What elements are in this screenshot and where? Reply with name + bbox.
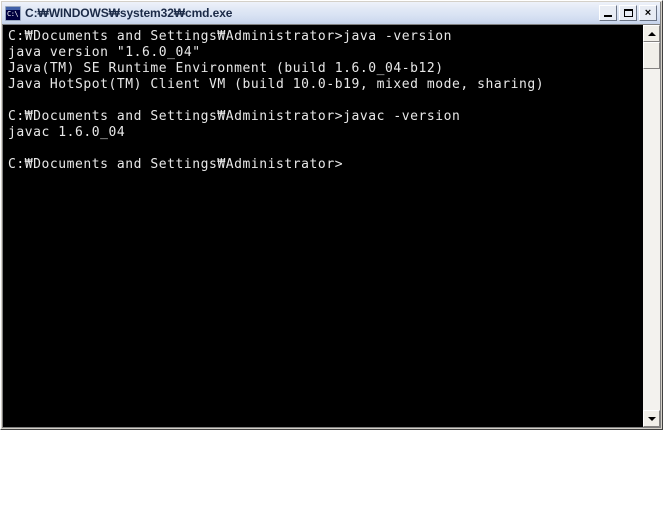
- window-title: C:₩WINDOWS₩system32₩cmd.exe: [25, 6, 233, 20]
- maximize-icon: [624, 9, 633, 17]
- titlebar[interactable]: C:\ C:₩WINDOWS₩system32₩cmd.exe ×: [2, 2, 660, 24]
- vertical-scrollbar[interactable]: [643, 25, 660, 427]
- console-line: Java HotSpot(TM) Client VM (build 10.0-b…: [8, 77, 545, 92]
- scroll-down-button[interactable]: [643, 410, 660, 427]
- console-output[interactable]: C:₩Documents and Settings₩Administrator>…: [3, 25, 643, 427]
- cmd-window: C:\ C:₩WINDOWS₩system32₩cmd.exe × C:₩Doc…: [0, 0, 663, 430]
- console-line: javac 1.6.0_04: [8, 125, 126, 140]
- maximize-button[interactable]: [619, 5, 637, 21]
- console-line: C:₩Documents and Settings₩Administrator>…: [8, 109, 461, 124]
- close-icon: ×: [644, 6, 652, 19]
- scrollbar-track[interactable]: [643, 42, 660, 410]
- scroll-down-arrow-icon: [647, 416, 656, 421]
- scroll-up-arrow-icon: [647, 31, 656, 36]
- close-button[interactable]: ×: [639, 5, 657, 21]
- scrollbar-thumb[interactable]: [643, 42, 660, 69]
- window-controls: ×: [599, 5, 657, 21]
- console-line: C:₩Documents and Settings₩Administrator>…: [8, 29, 452, 44]
- client-area: C:₩Documents and Settings₩Administrator>…: [2, 24, 660, 427]
- cmd-icon-label: C:\: [7, 9, 19, 18]
- console-line: java version "1.6.0_04": [8, 45, 201, 60]
- minimize-button[interactable]: [599, 5, 617, 21]
- cmd-window-inner: C:\ C:₩WINDOWS₩system32₩cmd.exe × C:₩Doc…: [2, 2, 661, 428]
- scroll-up-button[interactable]: [643, 25, 660, 42]
- console-line: C:₩Documents and Settings₩Administrator>: [8, 157, 344, 172]
- console-line: Java(TM) SE Runtime Environment (build 1…: [8, 61, 444, 76]
- minimize-icon: [604, 15, 612, 17]
- cmd-console-icon: C:\: [5, 5, 21, 21]
